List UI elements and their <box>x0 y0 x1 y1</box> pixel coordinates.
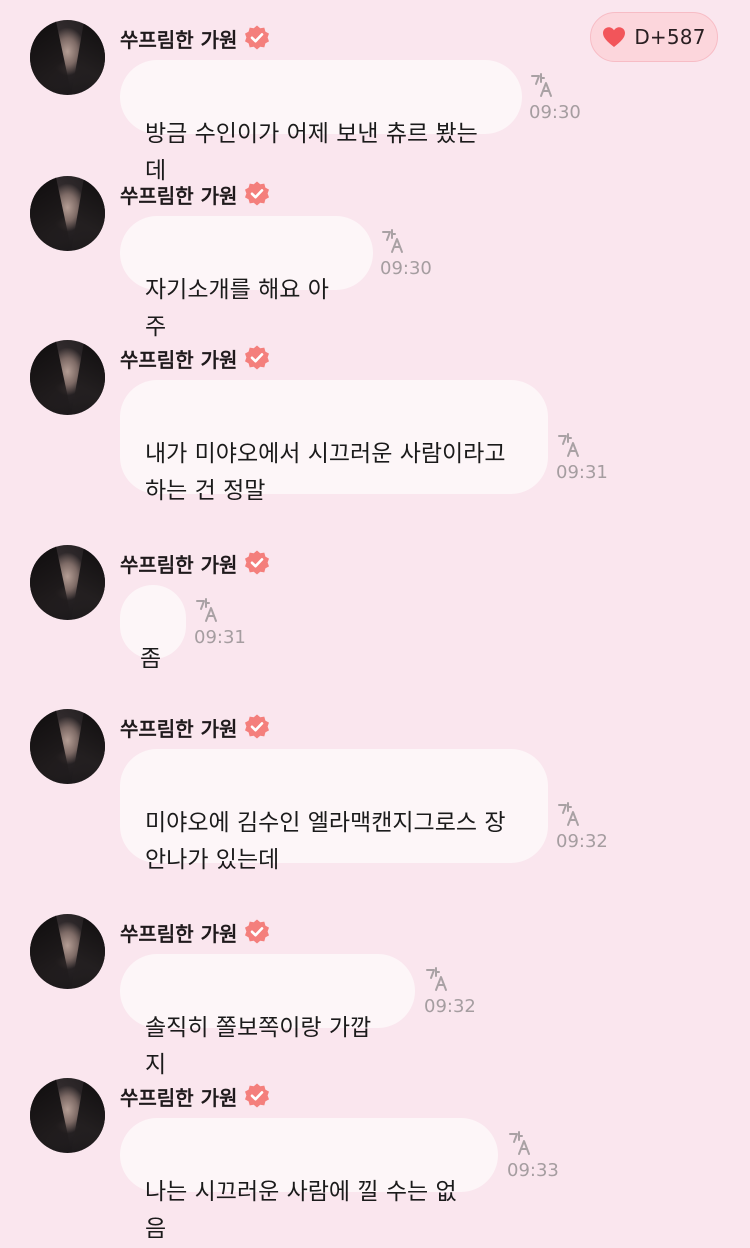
translate-icon[interactable] <box>424 966 452 992</box>
sender-row: 쑤프림한 가원 <box>120 711 271 743</box>
sender-name: 쑤프림한 가원 <box>120 27 238 52</box>
message-time: 09:32 <box>424 996 476 1017</box>
message-text: 자기소개를 해요 아주 <box>145 277 329 340</box>
message-text: 나는 시끄러운 사람에 낄 수는 없음 <box>145 1179 457 1242</box>
message-time: 09:32 <box>556 831 608 852</box>
message-bubble[interactable]: 좀 <box>120 585 186 672</box>
message-bubble[interactable]: 솔직히 쫄보쪽이랑 가깝지 <box>120 954 415 1078</box>
avatar[interactable] <box>30 176 105 251</box>
message-meta: 09:31 <box>194 597 246 648</box>
message-text: 방금 수인이가 어제 보낸 츄르 봤는데 <box>145 121 478 184</box>
verified-badge-icon <box>243 24 271 52</box>
avatar[interactable] <box>30 709 105 784</box>
message-time: 09:31 <box>556 462 608 483</box>
message-meta: 09:33 <box>507 1130 559 1181</box>
sender-name: 쑤프림한 가원 <box>120 347 238 372</box>
dday-count: D+587 <box>634 25 706 49</box>
message-meta: 09:32 <box>424 966 476 1017</box>
verified-badge-icon <box>243 180 271 208</box>
message-time: 09:30 <box>380 258 432 279</box>
message-time: 09:30 <box>529 102 581 123</box>
verified-badge-icon <box>243 344 271 372</box>
sender-name: 쑤프림한 가원 <box>120 552 238 577</box>
sender-row: 쑤프림한 가원 <box>120 916 271 948</box>
message-meta: 09:30 <box>380 228 432 279</box>
avatar[interactable] <box>30 1078 105 1153</box>
message-text: 솔직히 쫄보쪽이랑 가깝지 <box>145 1015 372 1078</box>
message-bubble[interactable]: 나는 시끄러운 사람에 낄 수는 없음 <box>120 1118 498 1242</box>
translate-icon[interactable] <box>556 801 584 827</box>
verified-badge-icon <box>243 918 271 946</box>
sender-name: 쑤프림한 가원 <box>120 1085 238 1110</box>
avatar[interactable] <box>30 20 105 95</box>
verified-badge-icon <box>243 713 271 741</box>
message-bubble[interactable]: 방금 수인이가 어제 보낸 츄르 봤는데 <box>120 60 522 184</box>
message-text: 내가 미야오에서 시끄러운 사람이라고 하는 건 정말 <box>145 441 506 504</box>
message-text: 미야오에 김수인 엘라맥캔지그로스 장 안나가 있는데 <box>145 810 506 873</box>
translate-icon[interactable] <box>507 1130 535 1156</box>
message-meta: 09:32 <box>556 801 608 852</box>
message-bubble[interactable]: 미야오에 김수인 엘라맥캔지그로스 장 안나가 있는데 <box>120 749 548 873</box>
message-time: 09:31 <box>194 627 246 648</box>
avatar[interactable] <box>30 340 105 415</box>
message-bubble[interactable]: 내가 미야오에서 시끄러운 사람이라고 하는 건 정말 <box>120 380 548 504</box>
message-meta: 09:31 <box>556 432 608 483</box>
dday-badge[interactable]: D+587 <box>590 12 718 62</box>
message-bubble[interactable]: 자기소개를 해요 아주 <box>120 216 373 340</box>
verified-badge-icon <box>243 1082 271 1110</box>
translate-icon[interactable] <box>556 432 584 458</box>
translate-icon[interactable] <box>529 72 557 98</box>
verified-badge-icon <box>243 549 271 577</box>
message-time: 09:33 <box>507 1160 559 1181</box>
sender-row: 쑤프림한 가원 <box>120 1080 271 1112</box>
translate-icon[interactable] <box>380 228 408 254</box>
sender-row: 쑤프림한 가원 <box>120 342 271 374</box>
sender-name: 쑤프림한 가원 <box>120 183 238 208</box>
avatar[interactable] <box>30 914 105 989</box>
sender-name: 쑤프림한 가원 <box>120 716 238 741</box>
sender-name: 쑤프림한 가원 <box>120 921 238 946</box>
translate-icon[interactable] <box>194 597 222 623</box>
sender-row: 쑤프림한 가원 <box>120 547 271 579</box>
sender-row: 쑤프림한 가원 <box>120 22 271 54</box>
heart-icon <box>602 26 626 48</box>
message-text: 좀 <box>140 646 162 672</box>
sender-row: 쑤프림한 가원 <box>120 178 271 210</box>
message-meta: 09:30 <box>529 72 581 123</box>
avatar[interactable] <box>30 545 105 620</box>
